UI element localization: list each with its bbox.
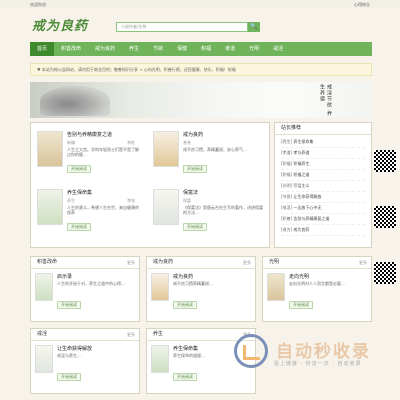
book-desc: 戒淫与养生... — [57, 353, 81, 358]
book-cover[interactable] — [35, 273, 53, 301]
qr-code-icon — [374, 150, 396, 172]
nav-item[interactable]: 孝道 — [218, 42, 242, 56]
qr-code-icon — [374, 206, 396, 228]
category-card: 光明 更多 走向光明 走向光明对人人而言都是必要... 开始阅读 — [262, 256, 372, 322]
book-desc: 戒不良习惯，养精蓄锐、安心养气... — [183, 147, 247, 152]
book-author: 李铭 — [127, 198, 135, 203]
qr-code-icon — [374, 262, 396, 284]
book-cover[interactable] — [37, 131, 63, 167]
card-title: 积善改命 — [37, 259, 58, 265]
recommend-title: 站长推荐 — [275, 123, 371, 135]
list-item[interactable]: [养生] 养生保命集 — [281, 139, 365, 148]
card-title: 光明 — [269, 259, 280, 265]
book-meta: 保富 — [183, 198, 191, 203]
book-cover[interactable] — [35, 345, 53, 373]
book-title[interactable]: 戒为良药 — [183, 131, 203, 138]
book-cover[interactable] — [153, 189, 179, 225]
nav-item[interactable]: 养生 — [122, 42, 146, 56]
book-title[interactable]: 告别与养精康复之道 — [67, 131, 112, 138]
nav-item[interactable]: 保健 — [170, 42, 194, 56]
book-desc: 戒不良习惯养精蓄锐... — [173, 281, 213, 286]
search-button[interactable]: 🔍 — [248, 22, 260, 32]
book-author: 李姓 — [127, 140, 135, 145]
book-title[interactable]: 让生命获得解放 — [57, 345, 92, 352]
watermark-subtext: 投上链接 · 秒访一次 · 自动收录 — [274, 361, 362, 367]
more-link[interactable]: 更多 — [359, 257, 367, 268]
nav-item[interactable]: 戒为良药 — [88, 42, 122, 56]
book-title[interactable]: 保富法 — [183, 189, 198, 196]
more-link[interactable]: 更多 — [243, 257, 251, 268]
card-title: 养生 — [153, 331, 164, 337]
top-bar-left[interactable]: 欢迎你进 — [30, 2, 46, 8]
book-title[interactable]: 启示录 — [57, 273, 72, 280]
book-desc: 走向光明对人人而言都是必要... — [289, 281, 345, 286]
book-desc: 人生的开始于对，养生之道中的心得... — [57, 281, 125, 286]
site-logo[interactable]: 戒为良药 — [32, 15, 88, 34]
lotus-illustration — [40, 86, 110, 116]
list-item[interactable]: [积福] 积福之道 — [281, 172, 365, 181]
read-button[interactable]: 开始阅读 — [57, 301, 81, 309]
notice-bar: ♥ 本站为纯公益网站，请勿用于商业目的；敬善知识分享 → 心向光明，积善行德，还… — [30, 63, 372, 76]
search-input[interactable]: 小说作者/名称 — [116, 22, 248, 32]
book-title[interactable]: 走向光明 — [289, 273, 309, 280]
book-meta: 养生 — [67, 198, 75, 203]
nav-item[interactable]: 戒淫 — [266, 42, 290, 56]
more-link[interactable]: 更多 — [127, 329, 135, 340]
book-cover[interactable] — [267, 273, 285, 301]
book-cover[interactable] — [37, 189, 63, 225]
nav-item[interactable]: 节欲 — [146, 42, 170, 56]
header: 戒为良药 小说作者/名称 🔍 — [0, 9, 400, 39]
read-button[interactable]: 开始阅读 — [173, 373, 197, 381]
read-button[interactable]: 开始阅读 — [183, 165, 207, 173]
book-title[interactable]: 养生保命集 — [173, 345, 198, 352]
list-item[interactable]: [节欲] 让生命获得解放 — [281, 194, 365, 203]
nav-item[interactable]: 首页 — [30, 42, 55, 56]
book-meta: 卷卷 — [183, 140, 191, 145]
book-title[interactable]: 养生保命集 — [67, 189, 92, 196]
card-title: 戒淫 — [37, 331, 48, 337]
book-meta: 新编 — [67, 140, 75, 145]
book-desc: 人生之大宫。学的年轻男士们是不是了解过你的健... — [67, 147, 139, 157]
book-cover[interactable] — [151, 345, 169, 373]
book-cover[interactable] — [151, 273, 169, 301]
list-item[interactable]: [积福] 积福养生 — [281, 161, 365, 170]
read-button[interactable]: 开始阅读 — [67, 165, 91, 173]
nav-item[interactable]: 光明 — [242, 42, 266, 56]
read-button[interactable]: 开始阅读 — [57, 373, 81, 381]
category-card: 戒淫 更多 让生命获得解放 戒淫与养生... 开始阅读 — [30, 328, 140, 394]
top-bar: 欢迎你进 心得修业 — [0, 0, 400, 9]
card-title: 戒为良药 — [153, 259, 174, 265]
list-item[interactable]: [戒为] 戒为良药 — [281, 227, 365, 236]
book-cover[interactable] — [153, 131, 179, 167]
watermark-text: 自动秒收录 — [276, 342, 371, 362]
book-title[interactable]: 戒为良药 — [173, 273, 193, 280]
list-item[interactable]: [戒淫] 一念放下心中无 — [281, 205, 365, 214]
list-item[interactable]: [光明] 写话主义 — [281, 183, 365, 192]
nav-item[interactable]: 积善改命 — [54, 42, 88, 56]
read-button[interactable]: 开始阅读 — [289, 301, 313, 309]
category-card: 戒为良药 更多 戒为良药 戒不良习惯养精蓄锐... 开始阅读 — [146, 256, 256, 322]
nav-item[interactable]: 积福 — [194, 42, 218, 56]
book-desc: 《保富法》是聂云台先生写的著作，讲述保富的方法... — [183, 205, 263, 215]
more-link[interactable]: 更多 — [127, 257, 135, 268]
category-card: 积善改命 更多 启示录 人生的开始于对，养生之道中的心得... 开始阅读 — [30, 256, 140, 322]
featured-card: 告别与养精康复之道 新编 李姓 人生之大宫。学的年轻男士们是不是了解过你的健..… — [30, 122, 270, 248]
list-item[interactable]: [孝道] 孝与养道 — [281, 150, 365, 159]
read-button[interactable]: 开始阅读 — [67, 223, 91, 231]
read-button[interactable]: 开始阅读 — [183, 223, 207, 231]
main-nav: 首页 积善改命 戒为良药 养生 节欲 保健 积福 孝道 光明 戒淫 — [30, 42, 372, 56]
book-desc: 人生的意义，希望人生在世，来自健康的保养 — [67, 205, 139, 215]
recommend-card: 站长推荐 [养生] 养生保命集 [孝道] 孝与养道 [积福] 积福养生 [积福]… — [274, 122, 372, 248]
watermark: 自动秒收录 投上链接 · 秒访一次 · 自动收录 — [234, 334, 386, 380]
banner-calligraphy: 戒淫节欲 养生养德 — [319, 84, 332, 117]
read-button[interactable]: 开始阅读 — [173, 301, 197, 309]
banner: 戒淫节欲 养生养德 — [30, 82, 372, 118]
top-bar-right[interactable]: 心得修业 — [354, 2, 370, 8]
watermark-logo-icon — [234, 334, 268, 368]
list-item[interactable]: [积善] 告别与养精康复之道 — [281, 216, 365, 225]
